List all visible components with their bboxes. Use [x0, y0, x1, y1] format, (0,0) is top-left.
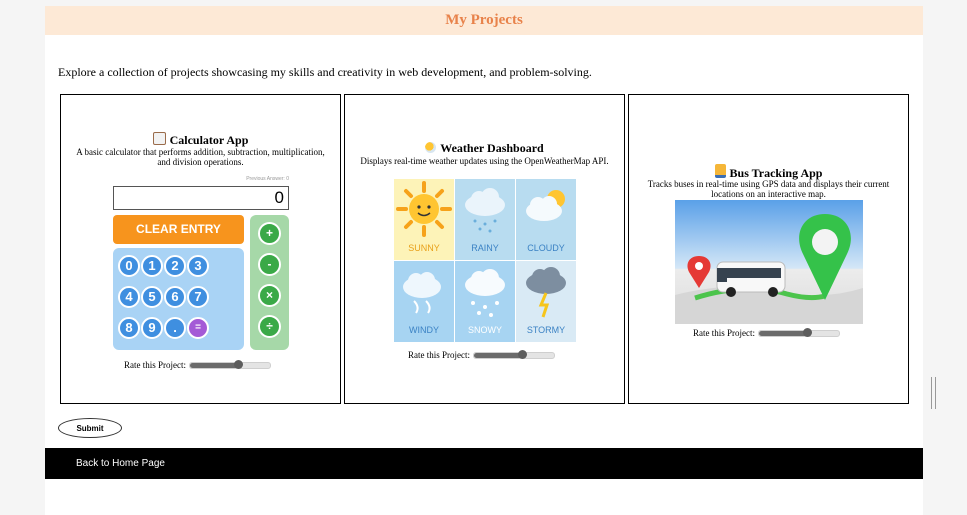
slider-thumb[interactable]	[803, 327, 812, 337]
project-description: A basic calculator that performs additio…	[76, 147, 325, 167]
page-title: My Projects	[45, 6, 923, 35]
operator-keypad: + - × ÷	[250, 215, 289, 350]
rating-slider[interactable]	[758, 327, 840, 337]
bus-image	[716, 261, 786, 297]
key-multiply: ×	[258, 284, 281, 307]
rate-label: Rate this Project:	[124, 360, 186, 370]
rate-label: Rate this Project:	[408, 350, 470, 360]
sun-icon	[396, 181, 452, 237]
key-minus: -	[258, 253, 281, 276]
snow-cloud-icon	[465, 269, 505, 317]
calculator-preview-image: Previous Answer: 0 0 CLEAR ENTRY 0 1 2 3…	[113, 176, 291, 350]
weather-tile-windy: WINDY	[394, 261, 454, 342]
weather-label: STORMY	[526, 325, 566, 335]
key-equals: =	[187, 317, 209, 339]
storm-cloud-icon	[526, 267, 566, 318]
weather-label: RAINY	[471, 243, 499, 253]
project-title-calculator: Calculator App	[61, 132, 340, 148]
submit-button[interactable]: Submit	[58, 418, 122, 438]
slider-thumb[interactable]	[234, 359, 243, 369]
rain-cloud-icon	[465, 188, 505, 233]
rating-slider[interactable]	[189, 359, 271, 369]
intro-text: Explore a collection of projects showcas…	[58, 65, 592, 79]
key-4: 4	[118, 286, 140, 308]
project-title-weather: Weather Dashboard	[345, 141, 624, 156]
weather-tile-cloudy: CLOUDY	[516, 179, 576, 260]
key-1: 1	[141, 255, 163, 277]
key-5: 5	[141, 286, 163, 308]
weather-label: WINDY	[409, 325, 439, 335]
rate-label: Rate this Project:	[693, 328, 755, 338]
key-dot: .	[164, 317, 186, 339]
key-divide: ÷	[258, 315, 281, 338]
weather-tile-sunny: SUNNY	[394, 179, 454, 260]
project-description: Tracks buses in real-time using GPS data…	[647, 179, 890, 199]
key-6: 6	[164, 286, 186, 308]
rating-row-bus: Rate this Project:	[693, 327, 840, 338]
rating-row-weather: Rate this Project:	[408, 349, 555, 360]
footer-bar: Back to Home Page	[45, 448, 923, 479]
key-0: 0	[118, 255, 140, 277]
number-keypad: 0 1 2 3 4 5 6 7 8 9 . =	[113, 248, 244, 350]
project-description: Displays real-time weather updates using…	[360, 156, 609, 166]
weather-preview-image: SUNNY RAINY CLOUDY WINDY SNOWY STORMY	[394, 179, 577, 343]
back-to-home-link[interactable]: Back to Home Page	[76, 448, 165, 479]
key-2: 2	[164, 255, 186, 277]
weather-label: SNOWY	[467, 325, 502, 335]
weather-label: SUNNY	[408, 243, 440, 253]
calculator-display: 0	[113, 186, 289, 210]
weather-label: CLOUDY	[527, 243, 565, 253]
red-map-pin-icon	[687, 256, 711, 288]
bus-tracking-preview-image	[675, 200, 863, 324]
previous-answer-label: Previous Answer: 0	[246, 176, 289, 182]
bus-icon	[714, 164, 726, 178]
page-container: My Projects Explore a collection of proj…	[45, 6, 923, 515]
project-card-weather: Weather Dashboard Displays real-time wea…	[344, 94, 625, 404]
key-3: 3	[187, 255, 209, 277]
key-9: 9	[141, 317, 163, 339]
weather-tile-snowy: SNOWY	[455, 261, 515, 342]
clear-entry-key: CLEAR ENTRY	[113, 215, 244, 244]
rating-slider[interactable]	[473, 349, 555, 359]
calculator-icon	[152, 132, 166, 145]
key-7: 7	[187, 286, 209, 308]
weather-tile-rainy: RAINY	[455, 179, 515, 260]
key-8: 8	[118, 317, 140, 339]
wind-cloud-icon	[403, 272, 441, 314]
green-map-pin-icon	[799, 214, 851, 300]
key-plus: +	[258, 222, 281, 245]
scrollbar-handle[interactable]	[931, 377, 936, 409]
slider-thumb[interactable]	[518, 349, 527, 359]
project-card-bus: Bus Tracking App Tracks buses in real-ti…	[628, 94, 909, 404]
rating-row-calculator: Rate this Project:	[124, 359, 271, 370]
sun-cloud-icon	[425, 142, 437, 153]
weather-tile-stormy: STORMY	[516, 261, 576, 342]
project-card-calculator: Calculator App A basic calculator that p…	[60, 94, 341, 404]
cloud-sun-icon	[526, 190, 565, 221]
